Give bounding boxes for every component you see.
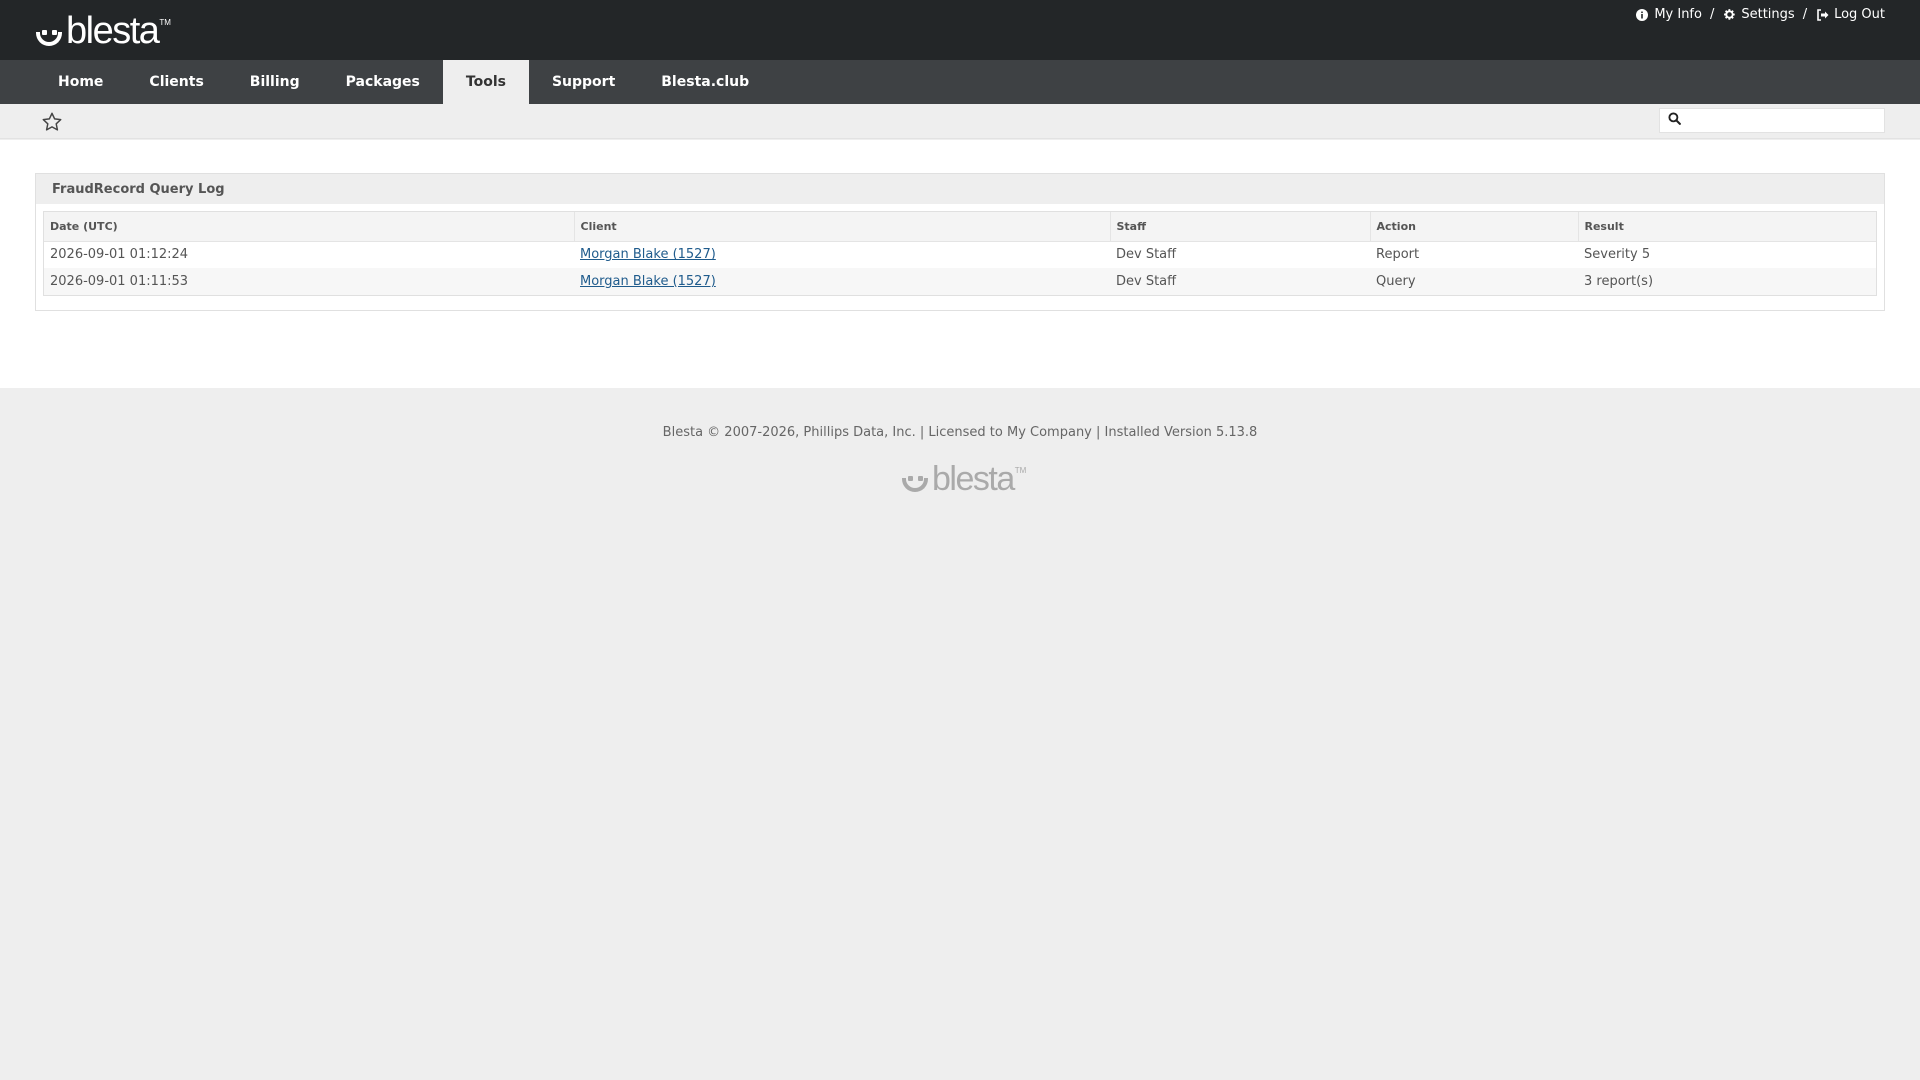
log-table-wrapper: Date (UTC) Client Staff Action Result 20… <box>43 211 1877 296</box>
cell-client: Morgan Blake (1527) <box>574 268 1110 295</box>
column-header-staff[interactable]: Staff <box>1110 212 1371 242</box>
my-info-link[interactable]: My Info <box>1635 7 1702 22</box>
main-content: FraudRecord Query Log Date (UTC) Client … <box>0 140 1920 388</box>
footer-blesta-logo: blesta TM <box>900 460 1027 498</box>
footer-logo-tm: TM <box>1014 466 1027 475</box>
cell-result: 3 report(s) <box>1578 268 1876 295</box>
log-out-label: Log Out <box>1834 7 1885 22</box>
blesta-logo-icon <box>900 470 930 494</box>
table-header-row: Date (UTC) Client Staff Action Result <box>44 212 1876 242</box>
nav-item-packages[interactable]: Packages <box>323 60 443 104</box>
column-header-action[interactable]: Action <box>1370 212 1579 242</box>
client-link[interactable]: Morgan Blake (1527) <box>580 274 716 289</box>
nav-item-support[interactable]: Support <box>529 60 638 104</box>
top-links: My Info / Settings / Log Out <box>1635 7 1885 22</box>
column-header-date[interactable]: Date (UTC) <box>44 212 575 242</box>
footer-logo-text: blesta <box>932 460 1015 498</box>
top-header: blesta TM My Info / Settings / Log Out <box>0 0 1920 60</box>
settings-link[interactable]: Settings <box>1722 7 1795 22</box>
main-nav: Home Clients Billing Packages Tools Supp… <box>0 60 1920 104</box>
gear-icon <box>1722 8 1736 22</box>
logo-text: blesta <box>66 10 160 52</box>
sign-out-icon <box>1815 8 1829 22</box>
search-icon <box>1668 112 1681 129</box>
table-row: 2026-09-01 01:12:24 Morgan Blake (1527) … <box>44 241 1876 268</box>
cell-date: 2026-09-01 01:11:53 <box>44 268 574 295</box>
top-link-separator: / <box>1709 7 1715 22</box>
sub-toolbar <box>0 104 1920 139</box>
client-link[interactable]: Morgan Blake (1527) <box>580 247 716 262</box>
cell-staff: Dev Staff <box>1110 268 1370 295</box>
cell-client: Morgan Blake (1527) <box>574 241 1110 268</box>
cell-staff: Dev Staff <box>1110 241 1370 268</box>
top-link-separator: / <box>1802 7 1808 22</box>
search-box <box>1659 108 1885 133</box>
column-header-result[interactable]: Result <box>1578 212 1876 242</box>
star-icon[interactable] <box>41 111 63 133</box>
nav-item-blesta-club[interactable]: Blesta.club <box>638 60 772 104</box>
footer-copyright: Blesta © 2007-2026, Phillips Data, Inc. … <box>662 425 1258 440</box>
cell-action: Report <box>1370 241 1578 268</box>
nav-item-billing[interactable]: Billing <box>227 60 323 104</box>
search-input[interactable] <box>1687 109 1884 132</box>
cell-action: Query <box>1370 268 1578 295</box>
settings-label: Settings <box>1741 7 1795 22</box>
fraudrecord-log-panel: FraudRecord Query Log Date (UTC) Client … <box>35 173 1885 311</box>
my-info-label: My Info <box>1654 7 1702 22</box>
log-out-link[interactable]: Log Out <box>1815 7 1885 22</box>
column-header-client[interactable]: Client <box>574 212 1111 242</box>
table-row: 2026-09-01 01:11:53 Morgan Blake (1527) … <box>44 268 1876 295</box>
nav-item-home[interactable]: Home <box>35 60 126 104</box>
blesta-logo-icon <box>34 24 64 48</box>
info-circle-icon <box>1635 8 1649 22</box>
nav-item-tools[interactable]: Tools <box>442 60 529 104</box>
panel-title: FraudRecord Query Log <box>36 174 1884 204</box>
logo-tm: TM <box>159 18 171 27</box>
cell-result: Severity 5 <box>1578 241 1876 268</box>
log-table: Date (UTC) Client Staff Action Result 20… <box>44 212 1876 295</box>
cell-date: 2026-09-01 01:12:24 <box>44 241 574 268</box>
nav-item-clients[interactable]: Clients <box>126 60 226 104</box>
blesta-logo[interactable]: blesta TM <box>34 10 171 52</box>
